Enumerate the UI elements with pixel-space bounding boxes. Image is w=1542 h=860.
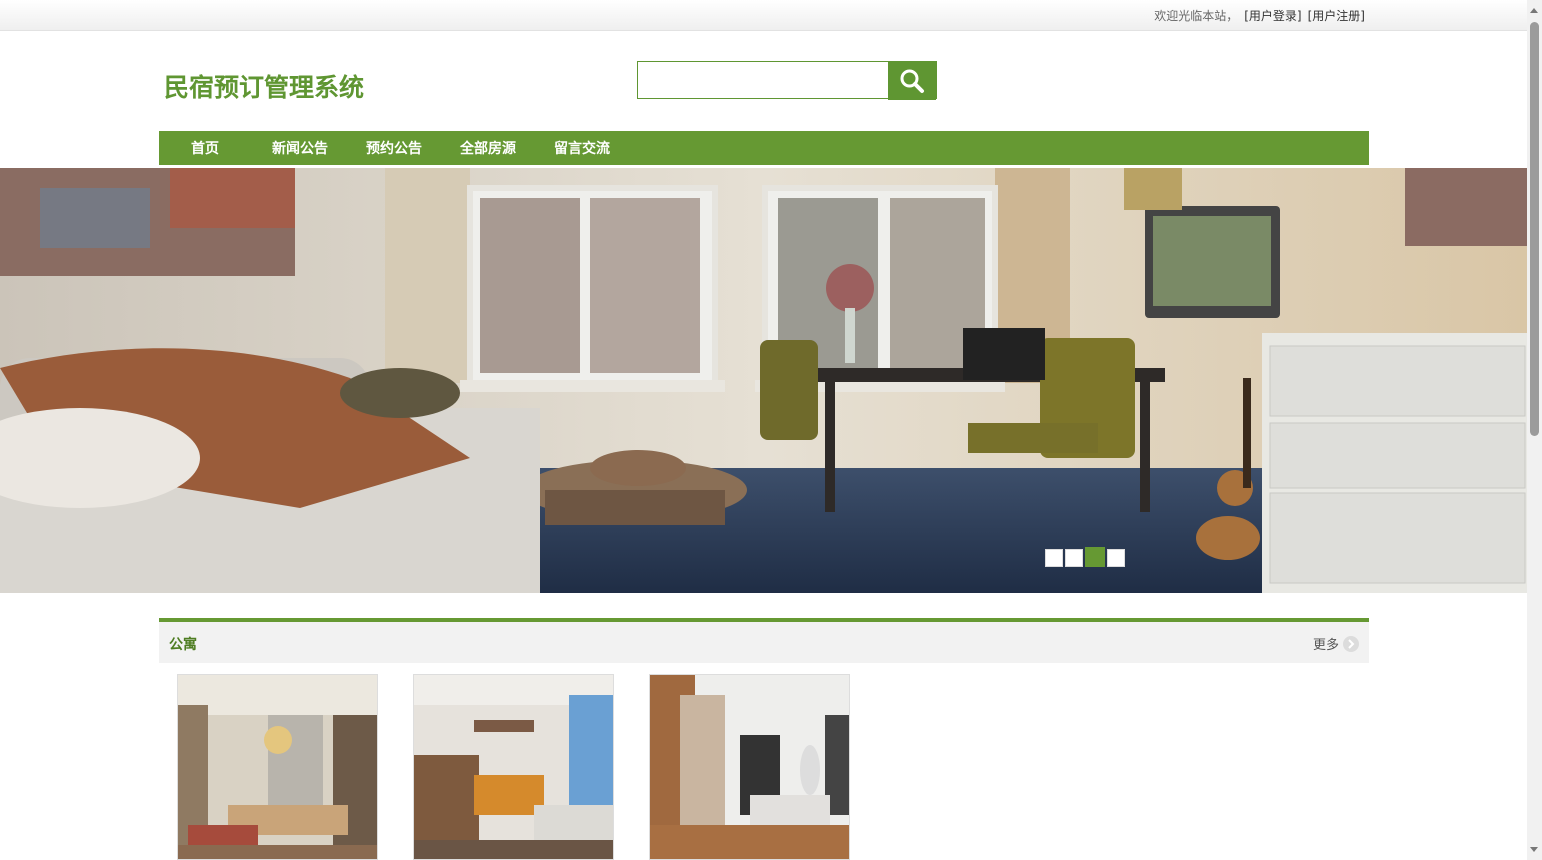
apartment-thumbnail-1[interactable] xyxy=(177,674,378,860)
nav-item-all-rooms[interactable]: 全部房源 xyxy=(460,138,516,158)
slider-dot-3[interactable] xyxy=(1085,547,1105,567)
apartment-thumbnail-2[interactable] xyxy=(413,674,614,860)
nav-item-home[interactable]: 首页 xyxy=(191,138,219,158)
living-room-photo xyxy=(0,168,1527,593)
section-header: 公寓 更多 xyxy=(159,618,1369,663)
user-links: 欢迎光临本站， [用户登录] [用户注册] xyxy=(1154,7,1365,24)
search-button[interactable] xyxy=(888,61,936,100)
top-bar: 欢迎光临本站， [用户登录] [用户注册] xyxy=(0,0,1527,31)
apartment-thumbnail-3[interactable] xyxy=(649,674,850,860)
nav-item-messages[interactable]: 留言交流 xyxy=(554,138,610,158)
site-title: 民宿预订管理系统 xyxy=(164,73,365,102)
more-label: 更多 xyxy=(1312,638,1339,653)
search-box xyxy=(637,61,937,100)
welcome-text: 欢迎光临本站， xyxy=(1154,9,1239,23)
login-link[interactable]: [用户登录] xyxy=(1244,9,1301,23)
register-link[interactable]: [用户注册] xyxy=(1308,9,1365,23)
slider-dots xyxy=(1045,547,1125,567)
page-scrollbar[interactable] xyxy=(1527,0,1542,860)
slider-dot-1[interactable] xyxy=(1045,549,1063,567)
nav-item-booking-notice[interactable]: 预约公告 xyxy=(366,138,422,158)
slider-dot-2[interactable] xyxy=(1065,549,1083,567)
search-input[interactable] xyxy=(638,62,890,98)
scroll-thumb[interactable] xyxy=(1530,22,1539,436)
nav-item-news[interactable]: 新闻公告 xyxy=(272,138,328,158)
scroll-up-icon[interactable] xyxy=(1530,8,1538,13)
section-title: 公寓 xyxy=(169,637,197,653)
chevron-right-icon xyxy=(1343,635,1359,652)
slider-dot-4[interactable] xyxy=(1107,549,1125,567)
more-link[interactable]: 更多 xyxy=(1313,634,1359,653)
scroll-down-icon[interactable] xyxy=(1530,847,1538,852)
search-icon xyxy=(900,69,924,93)
banner-image[interactable] xyxy=(0,168,1527,593)
main-nav: 首页 新闻公告 预约公告 全部房源 留言交流 xyxy=(159,131,1369,165)
